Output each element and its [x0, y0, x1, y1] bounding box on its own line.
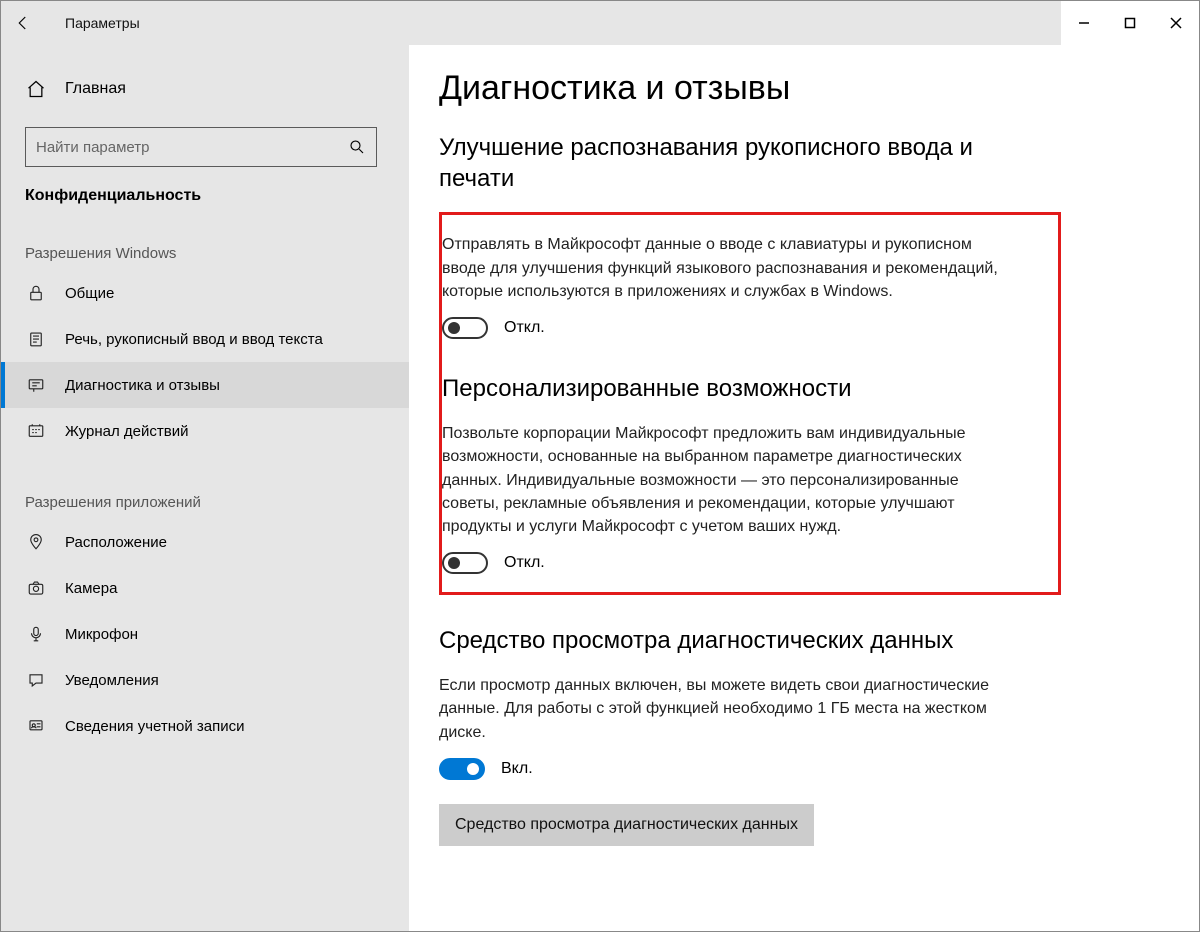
sidebar-item-microphone[interactable]: Микрофон [1, 611, 409, 657]
sidebar-item-label: Общие [65, 285, 114, 302]
minimize-icon [1078, 17, 1090, 29]
home-link[interactable]: Главная [1, 69, 409, 109]
diagnostic-viewer-button[interactable]: Средство просмотра диагностических данны… [439, 804, 814, 846]
sidebar-item-label: Речь, рукописный ввод и ввод текста [65, 331, 323, 348]
settings-window: Параметры Главная [0, 0, 1200, 932]
section-desc-inking: Отправлять в Майкрософт данные о вводе с… [442, 233, 1002, 303]
lock-icon [25, 284, 47, 302]
mic-icon [25, 625, 47, 643]
sidebar-item-label: Микрофон [65, 626, 138, 643]
sidebar-item-label: Журнал действий [65, 423, 188, 440]
close-icon [1170, 17, 1182, 29]
category-title: Конфиденциальность [1, 167, 409, 205]
sidebar-item-account-info[interactable]: Сведения учетной записи [1, 703, 409, 749]
toggle-tailored-state: Откл. [504, 554, 545, 572]
arrow-left-icon [14, 14, 32, 32]
clipboard-icon [25, 330, 47, 348]
sidebar-item-label: Сведения учетной записи [65, 718, 245, 735]
camera-icon [25, 579, 47, 597]
sidebar-item-activity-history[interactable]: Журнал действий [1, 408, 409, 454]
toggle-inking[interactable] [442, 317, 488, 339]
toggle-diagviewer[interactable] [439, 758, 485, 780]
home-label: Главная [65, 80, 126, 98]
titlebar: Параметры [1, 1, 1199, 45]
search-box[interactable] [25, 127, 377, 167]
section-heading-diagviewer: Средство просмотра диагностических данны… [439, 625, 1059, 656]
sidebar-item-label: Расположение [65, 534, 167, 551]
sidebar-item-label: Уведомления [65, 672, 159, 689]
maximize-icon [1124, 17, 1136, 29]
page-title: Диагностика и отзывы [439, 69, 1199, 108]
maximize-button[interactable] [1107, 1, 1153, 45]
notification-icon [25, 671, 47, 689]
account-icon [25, 717, 47, 735]
highlighted-region: Отправлять в Майкрософт данные о вводе с… [439, 212, 1061, 595]
section-heading-inking: Улучшение распознавания рукописного ввод… [439, 132, 999, 194]
toggle-diagviewer-state: Вкл. [501, 760, 533, 778]
sidebar-item-speech[interactable]: Речь, рукописный ввод и ввод текста [1, 316, 409, 362]
sidebar-item-general[interactable]: Общие [1, 270, 409, 316]
group-windows-permissions: Разрешения Windows [1, 205, 409, 270]
sidebar-item-location[interactable]: Расположение [1, 519, 409, 565]
section-desc-tailored: Позвольте корпорации Майкрософт предложи… [442, 422, 1002, 538]
search-input[interactable] [36, 139, 348, 156]
feedback-icon [25, 376, 47, 394]
close-button[interactable] [1153, 1, 1199, 45]
toggle-tailored[interactable] [442, 552, 488, 574]
sidebar-item-label: Диагностика и отзывы [65, 377, 220, 394]
sidebar-item-diagnostics[interactable]: Диагностика и отзывы [1, 362, 409, 408]
location-icon [25, 533, 47, 551]
back-button[interactable] [1, 1, 45, 45]
sidebar-item-notifications[interactable]: Уведомления [1, 657, 409, 703]
home-icon [25, 79, 47, 99]
group-app-permissions: Разрешения приложений [1, 454, 409, 519]
toggle-inking-state: Откл. [504, 319, 545, 337]
content-pane[interactable]: Диагностика и отзывы Улучшение распознав… [409, 45, 1199, 931]
sidebar-item-camera[interactable]: Камера [1, 565, 409, 611]
sidebar: Главная Конфиденциальность Разрешения Wi… [1, 45, 409, 931]
section-desc-diagviewer: Если просмотр данных включен, вы можете … [439, 674, 999, 744]
window-controls [1061, 1, 1199, 45]
window-title: Параметры [65, 15, 140, 31]
history-icon [25, 422, 47, 440]
section-heading-tailored: Персонализированные возможности [442, 373, 1046, 404]
search-icon [348, 138, 366, 156]
sidebar-item-label: Камера [65, 580, 117, 597]
minimize-button[interactable] [1061, 1, 1107, 45]
